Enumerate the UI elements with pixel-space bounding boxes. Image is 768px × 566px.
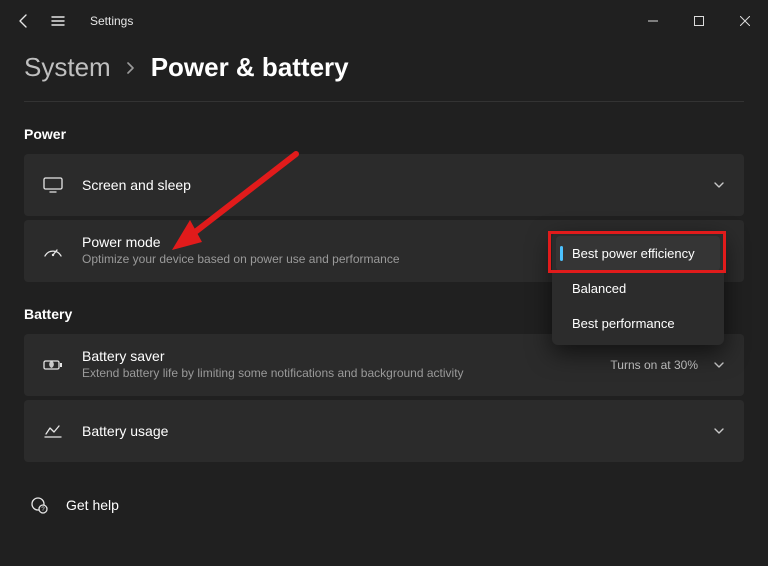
chevron-down-icon <box>712 424 726 438</box>
hamburger-menu-button[interactable] <box>50 13 66 29</box>
gauge-icon <box>42 240 64 262</box>
row-label: Battery usage <box>82 423 712 439</box>
breadcrumb: System Power & battery <box>24 42 744 102</box>
row-subtitle: Extend battery life by limiting some not… <box>82 366 610 382</box>
titlebar: Settings <box>0 0 768 42</box>
row-label: Screen and sleep <box>82 177 712 193</box>
row-label: Battery saver <box>82 348 610 364</box>
battery-saver-icon <box>42 354 64 376</box>
row-battery-usage[interactable]: Battery usage <box>24 400 744 462</box>
chevron-right-icon <box>125 62 137 74</box>
page-title: Power & battery <box>151 52 349 83</box>
chart-line-icon <box>42 420 64 442</box>
row-label: Power mode <box>82 234 566 250</box>
help-label: Get help <box>66 497 119 513</box>
close-button[interactable] <box>722 5 768 37</box>
chevron-down-icon <box>712 358 726 372</box>
back-button[interactable] <box>16 13 32 29</box>
help-icon: ? <box>28 494 50 516</box>
section-title-power: Power <box>24 126 744 142</box>
minimize-button[interactable] <box>630 5 676 37</box>
dropdown-option-best-power-efficiency[interactable]: Best power efficiency <box>556 236 720 271</box>
chevron-down-icon <box>712 178 726 192</box>
monitor-icon <box>42 174 64 196</box>
breadcrumb-parent[interactable]: System <box>24 52 111 83</box>
row-subtitle: Optimize your device based on power use … <box>82 252 566 268</box>
maximize-button[interactable] <box>676 5 722 37</box>
get-help-link[interactable]: ? Get help <box>24 494 744 516</box>
window-title: Settings <box>90 14 133 28</box>
power-mode-dropdown: Best power efficiency Balanced Best perf… <box>552 232 724 345</box>
dropdown-option-best-performance[interactable]: Best performance <box>556 306 720 341</box>
row-screen-and-sleep[interactable]: Screen and sleep <box>24 154 744 216</box>
window-controls <box>630 5 768 37</box>
row-value: Turns on at 30% <box>610 358 698 372</box>
dropdown-option-balanced[interactable]: Balanced <box>556 271 720 306</box>
